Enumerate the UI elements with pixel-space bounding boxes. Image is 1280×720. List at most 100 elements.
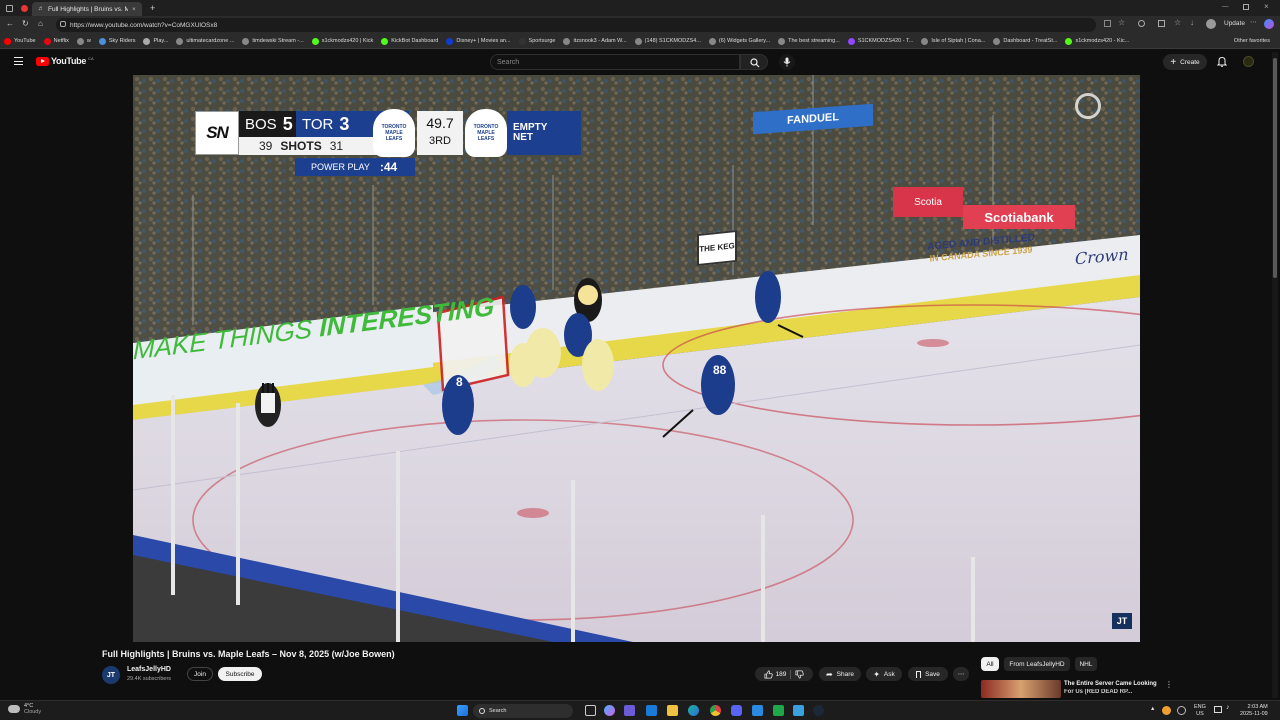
recommended-menu-icon[interactable]: ⋮	[1165, 680, 1173, 689]
share-button[interactable]: ➦ Share	[819, 667, 861, 681]
filter-chip-channel[interactable]: From LeafsJellyHD	[1004, 657, 1070, 671]
channel-avatar[interactable]: JT	[102, 666, 120, 684]
hamburger-menu-icon[interactable]	[14, 57, 23, 65]
more-horizontal-icon: ⋯	[957, 671, 965, 678]
like-button[interactable]: 189	[764, 670, 786, 679]
copilot-app-icon[interactable]	[604, 705, 615, 716]
start-button[interactable]	[457, 705, 468, 716]
network-icon[interactable]	[1214, 706, 1222, 713]
home-score: 3	[339, 113, 350, 134]
url-field[interactable]: https://www.youtube.com/watch?v=CoMGXUlO…	[56, 18, 1125, 32]
save-button[interactable]: Save	[908, 667, 948, 681]
teams-icon[interactable]	[624, 705, 635, 716]
bookmark-item[interactable]: Isle of Siptah | Cona...	[921, 37, 985, 45]
tray-icon-1[interactable]	[1162, 706, 1171, 715]
profile-avatar[interactable]	[1206, 19, 1216, 29]
ask-button[interactable]: ✦ Ask	[866, 667, 902, 681]
bookmark-item[interactable]: itzsnook3 - Adam W...	[563, 37, 627, 45]
copilot-icon[interactable]	[1264, 19, 1274, 29]
bookmark-item[interactable]: (148) S1CKMODZS4...	[634, 37, 701, 45]
bookmark-item[interactable]: w	[76, 37, 91, 45]
bookmark-item[interactable]: Dashboard - TreatSt...	[993, 37, 1057, 45]
task-view-icon[interactable]	[585, 705, 596, 716]
subscribe-button[interactable]: Subscribe	[218, 667, 262, 681]
status-line-2: NET	[513, 132, 533, 143]
bookmark-item[interactable]: Play...	[143, 37, 168, 45]
outlook-icon[interactable]	[646, 705, 657, 716]
channel-watermark[interactable]: JT	[1112, 613, 1132, 629]
filter-chip-all[interactable]: All	[981, 657, 999, 671]
refresh-icon[interactable]: ↻	[22, 19, 29, 28]
search-button[interactable]	[740, 54, 768, 70]
store-icon[interactable]	[752, 705, 763, 716]
language-indicator[interactable]: ENG US	[1194, 704, 1206, 717]
downloads-icon[interactable]: ↓	[1190, 18, 1194, 27]
window-menu-icon[interactable]	[6, 4, 13, 12]
other-favorites-folder[interactable]: Other favorites	[1229, 38, 1270, 44]
volume-icon[interactable]: ♪	[1226, 704, 1230, 711]
clock[interactable]: 2:03 AM 2025-11-09	[1240, 704, 1268, 717]
bookmark-item[interactable]: YouTube	[4, 37, 36, 45]
audio-icon[interactable]: ♬	[38, 6, 44, 12]
notifications-bell-icon[interactable]	[1217, 56, 1227, 67]
bookmark-item[interactable]: The best streaming...	[778, 37, 840, 45]
minimize-icon[interactable]: —	[1222, 3, 1229, 10]
more-menu-icon[interactable]: ⋯	[1250, 18, 1257, 26]
edge-icon[interactable]	[688, 705, 699, 716]
bookmark-item[interactable]: S1CKMODZS420 - T...	[847, 37, 913, 45]
search-input[interactable]: Search	[490, 54, 740, 70]
tray-chevron-icon[interactable]: ▲	[1150, 706, 1155, 712]
channel-name[interactable]: LeafsJellyHD	[127, 666, 171, 673]
split-screen-icon[interactable]	[1158, 20, 1165, 27]
weather-widget[interactable]: 4°C Cloudy	[8, 703, 41, 716]
bookmark-item[interactable]: KickBot Dashboard	[381, 37, 438, 45]
thumbs-down-icon[interactable]	[795, 670, 805, 679]
tab-actions-icon[interactable]	[21, 4, 28, 12]
discord-icon[interactable]	[731, 705, 742, 716]
more-actions-button[interactable]: ⋯	[953, 667, 969, 681]
tray-icon-2[interactable]	[1177, 706, 1186, 715]
bookmark-item[interactable]: Sportsurge	[518, 37, 555, 45]
create-button[interactable]: + Create	[1163, 54, 1207, 70]
read-aloud-icon[interactable]	[1104, 20, 1111, 27]
taskbar-search[interactable]: Search	[473, 704, 573, 718]
xbox-icon[interactable]	[773, 705, 784, 716]
extensions-icon[interactable]	[1138, 20, 1145, 27]
bookmark-item[interactable]: Disney+ | Movies an...	[446, 37, 511, 45]
power-play-label: POWER PLAY	[311, 162, 370, 172]
favorites-icon[interactable]: ☆	[1174, 18, 1181, 27]
update-button[interactable]: Update	[1224, 20, 1245, 27]
site-info-icon[interactable]	[60, 21, 66, 27]
file-explorer-icon[interactable]	[667, 705, 678, 716]
voice-search-button[interactable]	[779, 54, 795, 70]
bookmark-favicon-icon	[1065, 37, 1073, 45]
steam-icon[interactable]	[813, 705, 824, 716]
bookmark-item[interactable]: timdewski Stream -...	[242, 37, 304, 45]
video-player[interactable]: FANDUEL Scotia Scotiabank THE KEG AGED A…	[133, 75, 1140, 642]
game-clock: 49.7	[426, 115, 454, 131]
scotiabank-sign: Scotiabank	[963, 205, 1075, 229]
bookmark-item[interactable]: ultimatecardzone ...	[176, 37, 234, 45]
bookmark-item[interactable]: Netflix	[43, 37, 69, 45]
favorite-star-icon[interactable]: ☆	[1118, 18, 1125, 27]
account-avatar[interactable]	[1243, 56, 1254, 67]
home-icon[interactable]: ⌂	[38, 19, 43, 28]
join-button[interactable]: Join	[187, 667, 213, 681]
bookmark-item[interactable]: s1ckmodzs420 | Kick	[311, 37, 373, 45]
tab-close-icon[interactable]: ×	[132, 6, 136, 13]
youtube-logo[interactable]: YouTube CA	[36, 56, 94, 66]
scrollbar-thumb[interactable]	[1273, 58, 1277, 278]
network-text: SN	[206, 123, 229, 142]
chrome-icon[interactable]	[710, 705, 721, 716]
back-icon[interactable]: ←	[6, 19, 14, 28]
bookmark-item[interactable]: (6) Widgets Gallery...	[708, 37, 770, 45]
photos-icon[interactable]	[793, 705, 804, 716]
tab-youtube-video[interactable]: ♬ Full Highlights | Bruins vs. M... ×	[32, 2, 142, 16]
bookmark-item[interactable]: s1ckmodzs420 - Kic...	[1065, 37, 1129, 45]
maximize-icon[interactable]	[1243, 4, 1249, 10]
filter-chip-nhl[interactable]: NHL	[1075, 657, 1097, 671]
recommended-video[interactable]: The Entire Server Came Looking For Us (R…	[981, 680, 1173, 698]
new-tab-icon[interactable]: +	[150, 3, 155, 13]
close-window-icon[interactable]: ×	[1264, 2, 1269, 11]
bookmark-item[interactable]: Sky Riders	[98, 37, 135, 45]
